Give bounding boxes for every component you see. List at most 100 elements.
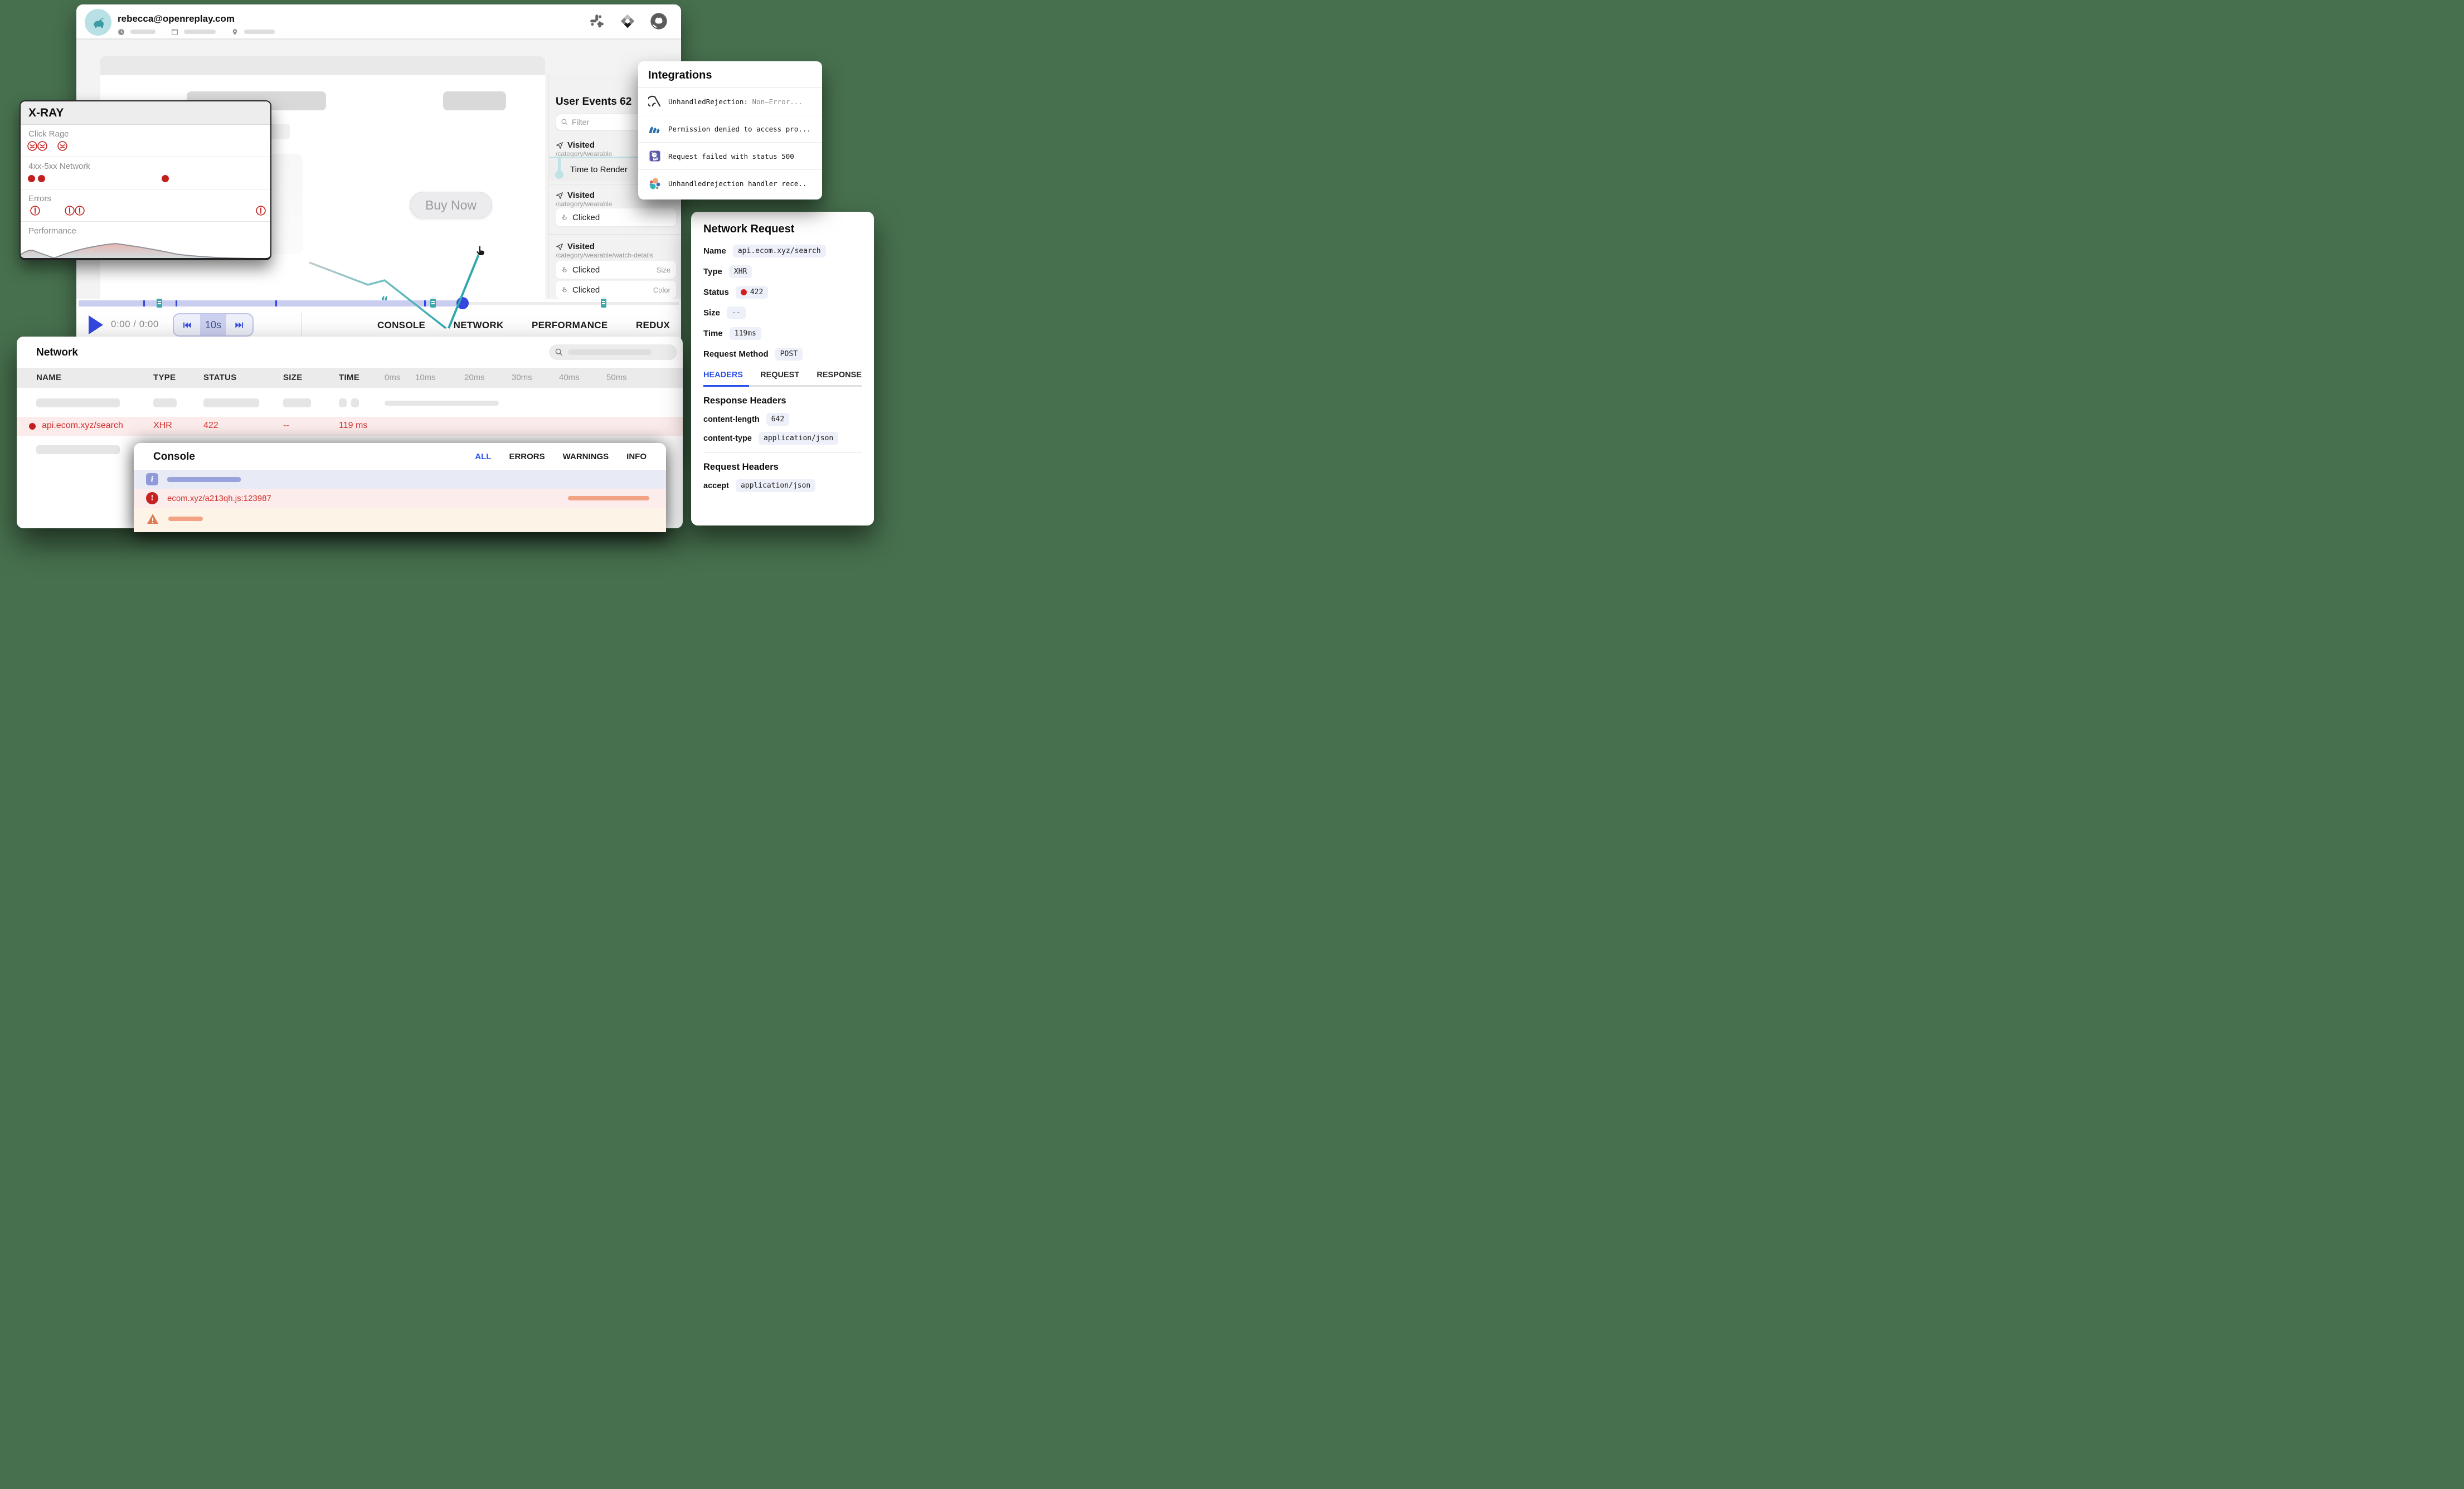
- xray-title: X-RAY: [21, 101, 270, 125]
- console-tab-all[interactable]: ALL: [475, 452, 491, 461]
- datadog-icon: [648, 149, 662, 163]
- error-marker: [255, 205, 266, 216]
- tab-redux[interactable]: REDUX: [636, 320, 670, 331]
- session-duration-placeholder: [130, 30, 155, 34]
- network-title: Network: [36, 347, 78, 359]
- request-method-value: POST: [775, 348, 803, 361]
- tab-request[interactable]: REQUEST: [760, 371, 799, 379]
- tab-network[interactable]: NETWORK: [454, 320, 504, 331]
- tab-performance[interactable]: PERFORMANCE: [532, 320, 608, 331]
- location-placeholder: [244, 30, 275, 34]
- click-icon: [561, 266, 568, 274]
- console-tab-info[interactable]: INFO: [626, 452, 647, 461]
- event-clicked-color[interactable]: Clicked Color: [556, 281, 676, 299]
- github-icon[interactable]: [650, 12, 668, 30]
- request-name-value: api.ecom.xyz/search: [733, 245, 826, 257]
- field-label: Name: [703, 246, 726, 256]
- failed-request-row[interactable]: api.ecom.xyz/search XHR 422 -- 119 ms: [17, 417, 683, 436]
- user-email: rebecca@openreplay.com: [118, 13, 235, 25]
- search-icon: [561, 118, 568, 126]
- event-tick-marker[interactable]: [424, 300, 426, 306]
- avatar[interactable]: [85, 9, 111, 36]
- request-headers-title: Request Headers: [703, 462, 862, 473]
- request-type: XHR: [153, 421, 172, 431]
- field-label: Status: [703, 288, 729, 297]
- time-display: 0:00 / 0:00: [111, 319, 159, 330]
- console-title: Console: [153, 451, 195, 463]
- field-label: Type: [703, 267, 722, 276]
- request-time-value: 119ms: [730, 327, 761, 340]
- network-search[interactable]: [549, 344, 677, 360]
- event-clicked[interactable]: Clicked: [556, 208, 676, 226]
- tab-response[interactable]: RESPONSE: [817, 371, 862, 379]
- integration-sentry[interactable]: UnhandledRejection: Non—Error...: [638, 88, 822, 115]
- dot-marker: [38, 175, 45, 182]
- visit-icon: [556, 192, 563, 199]
- visit-icon: [556, 243, 563, 251]
- rage-marker: [37, 140, 48, 152]
- jira-icon[interactable]: [619, 12, 636, 30]
- dot-marker: [28, 175, 35, 182]
- event-tick-marker[interactable]: [176, 300, 177, 306]
- event-tick-marker[interactable]: [143, 300, 145, 306]
- timeline-played: [79, 300, 463, 306]
- search-icon: [555, 348, 563, 357]
- tab-console[interactable]: CONSOLE: [377, 320, 425, 331]
- request-time: 119 ms: [339, 421, 367, 431]
- search-placeholder: [568, 349, 652, 355]
- xray-errors-row: Errors: [21, 189, 270, 222]
- header-label: content-length: [703, 415, 760, 424]
- integration-rollbar[interactable]: Permission denied to access pro...: [638, 115, 822, 143]
- network-request-panel: Network Request Name api.ecom.xyz/search…: [691, 212, 874, 525]
- console-error-row[interactable]: ! ecom.xyz/a213qh.js:123987: [134, 489, 666, 508]
- user-events-title: User Events 62: [556, 96, 631, 108]
- integrations-title: Integrations: [638, 61, 822, 88]
- buy-now-button[interactable]: Buy Now: [410, 192, 492, 218]
- browser-placeholder: [184, 30, 216, 34]
- session-header: rebecca@openreplay.com: [76, 4, 681, 40]
- request-size-value: --: [727, 306, 746, 319]
- request-type-value: XHR: [729, 265, 752, 278]
- content-type-value: application/json: [759, 432, 838, 445]
- integration-elastic[interactable]: Unhandledrejection handler rece..: [638, 170, 822, 197]
- request-name: api.ecom.xyz/search: [42, 421, 123, 431]
- event-tick-marker[interactable]: [275, 300, 277, 306]
- event-visited-1[interactable]: Visited: [556, 140, 595, 150]
- play-button[interactable]: [89, 315, 103, 334]
- event-visited-2[interactable]: Visited: [556, 191, 595, 200]
- console-tab-errors[interactable]: ERRORS: [509, 452, 545, 461]
- skip-back-icon: [182, 320, 192, 330]
- console-info-row[interactable]: i: [134, 470, 666, 489]
- click-icon: [561, 286, 568, 294]
- integrations-panel: Integrations UnhandledRejection: Non—Err…: [638, 61, 822, 199]
- heading-placeholder-2: [443, 91, 506, 110]
- xray-click-rage-row: Click Rage: [21, 125, 270, 157]
- clock-icon: [118, 28, 125, 36]
- error-marker: [74, 205, 85, 216]
- skip-forward-button[interactable]: [226, 314, 252, 335]
- field-label: Request Method: [703, 349, 769, 359]
- divider: [549, 234, 681, 235]
- field-label: Time: [703, 329, 723, 338]
- dot-marker: [162, 175, 169, 182]
- console-warning-row[interactable]: [134, 508, 666, 532]
- skip-back-button[interactable]: [174, 314, 200, 335]
- timeline-node: [555, 171, 563, 179]
- tab-headers[interactable]: HEADERS: [703, 371, 743, 379]
- time-to-render-label: Time to Render: [570, 165, 628, 174]
- xray-panel: X-RAY Click Rage 4xx-5xx Network Errors …: [20, 100, 271, 260]
- timeline-track[interactable]: “: [79, 300, 679, 306]
- event-clicked-size[interactable]: Clicked Size: [556, 261, 676, 279]
- event-visited-3[interactable]: Visited: [556, 242, 595, 251]
- network-table-header: NAME TYPE STATUS SIZE TIME 0ms 10ms 20ms…: [17, 368, 683, 388]
- skip-interval-label[interactable]: 10s: [200, 314, 226, 335]
- field-label: Size: [703, 308, 720, 318]
- integration-datadog[interactable]: Request failed with status 500: [638, 143, 822, 170]
- event-path: /category/wearable/watch-details: [556, 251, 653, 259]
- slack-icon[interactable]: [589, 13, 605, 30]
- xray-performance-row: Performance: [21, 222, 270, 260]
- visit-icon: [556, 142, 563, 149]
- console-tab-warnings[interactable]: WARNINGS: [563, 452, 609, 461]
- header-label: content-type: [703, 434, 752, 443]
- table-row[interactable]: [17, 393, 683, 412]
